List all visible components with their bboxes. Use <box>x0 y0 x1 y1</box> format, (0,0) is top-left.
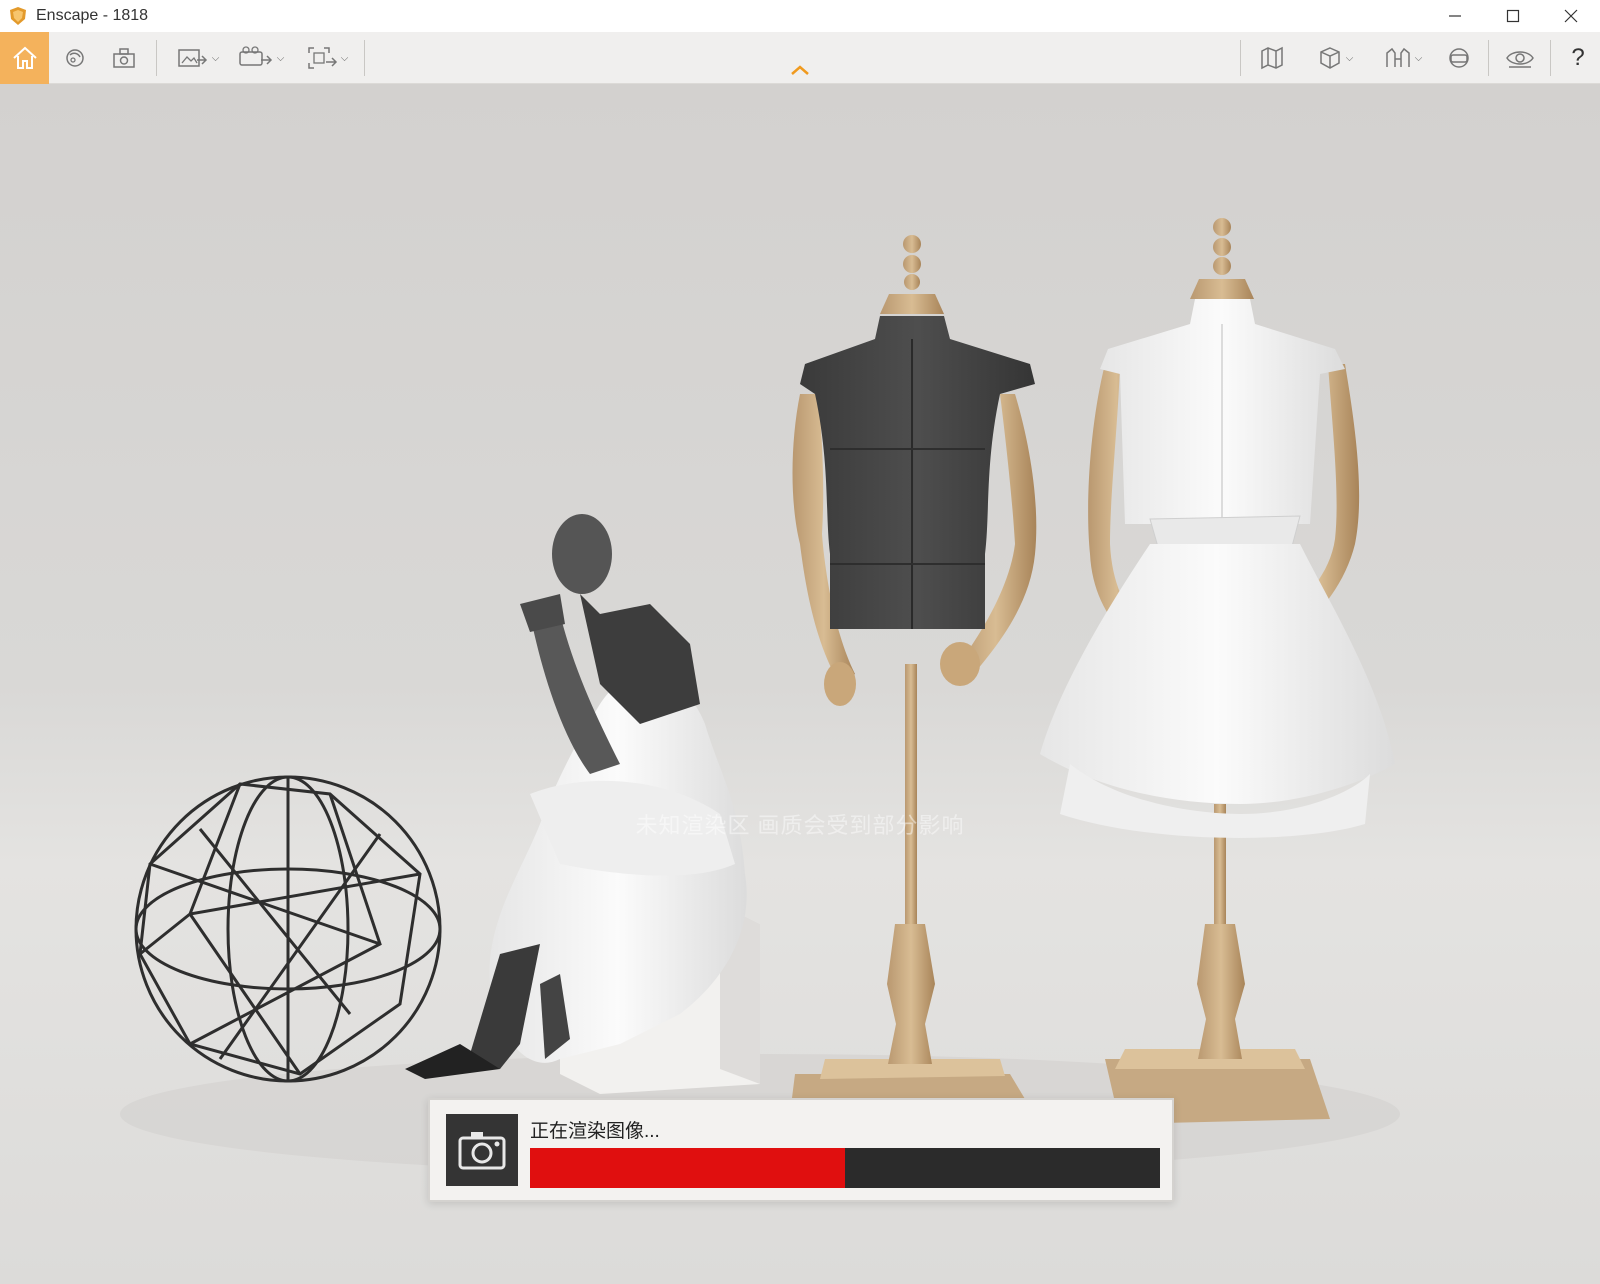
home-icon <box>12 46 37 69</box>
cube-view-icon <box>1319 47 1340 69</box>
screenshot-button[interactable] <box>108 32 140 84</box>
export-image-icon <box>177 49 207 67</box>
cube-view-button[interactable]: ⌵ <box>1306 32 1364 84</box>
views-icon <box>1385 47 1410 67</box>
maximize-icon <box>1506 9 1520 23</box>
seated-figure <box>405 514 747 1079</box>
chevron-down-icon: ⌵ <box>276 52 285 64</box>
toolbar-separator <box>1550 40 1551 76</box>
render-progress-bar <box>530 1148 1160 1188</box>
chevron-down-icon: ⌵ <box>1414 52 1423 64</box>
chevron-down-icon: ⌵ <box>211 52 220 64</box>
camera-icon <box>446 1114 518 1186</box>
render-progress-dialog: 正在渲染图像... <box>428 1098 1174 1202</box>
render-status-text: 正在渲染图像... <box>530 1121 660 1142</box>
minimize-button[interactable] <box>1426 0 1484 32</box>
visibility-button[interactable] <box>1502 32 1538 84</box>
toolbar-separator <box>156 40 157 76</box>
orbit-button[interactable] <box>60 32 90 84</box>
screenshot-icon <box>113 48 135 68</box>
toolbar-separator <box>364 40 365 76</box>
views-button[interactable]: ⌵ <box>1374 32 1432 84</box>
vr-headset-button[interactable] <box>1442 32 1476 84</box>
map-button[interactable] <box>1256 32 1288 84</box>
window-title: Enscape - 1818 <box>36 7 149 24</box>
vr-headset-icon <box>1449 48 1469 68</box>
toolbar-separator <box>1240 40 1241 76</box>
capture-area-icon <box>307 47 337 69</box>
export-video-icon <box>238 46 272 66</box>
map-icon <box>1261 46 1283 70</box>
export-image-button[interactable]: ⌵ <box>172 32 224 84</box>
dark-mannequin <box>790 235 1037 1119</box>
home-button[interactable] <box>0 32 49 84</box>
close-button[interactable] <box>1542 0 1600 32</box>
help-icon: ? <box>1571 44 1585 71</box>
white-dress-mannequin <box>1040 218 1395 1124</box>
export-video-button[interactable]: ⌵ <box>232 32 290 84</box>
maximize-button[interactable] <box>1484 0 1542 32</box>
chevron-down-icon: ⌵ <box>1345 52 1354 64</box>
window-controls <box>1426 0 1600 32</box>
collapse-toolbar-icon[interactable] <box>788 62 812 78</box>
close-icon <box>1564 9 1578 23</box>
eye-visibility-icon <box>1506 51 1534 68</box>
capture-area-button[interactable]: ⌵ <box>300 32 354 84</box>
toolbar-separator <box>1488 40 1489 76</box>
title-bar: Enscape - 1818 <box>0 0 1600 32</box>
help-button[interactable]: ? <box>1562 32 1594 84</box>
watermark-text: 未知渲染区 画质会受到部分影响 <box>635 813 965 838</box>
render-progress-fill <box>530 1148 845 1188</box>
chevron-down-icon: ⌵ <box>340 52 349 64</box>
enscape-logo-icon <box>10 7 26 25</box>
orbit-icon <box>66 49 84 67</box>
minimize-icon <box>1449 15 1461 17</box>
